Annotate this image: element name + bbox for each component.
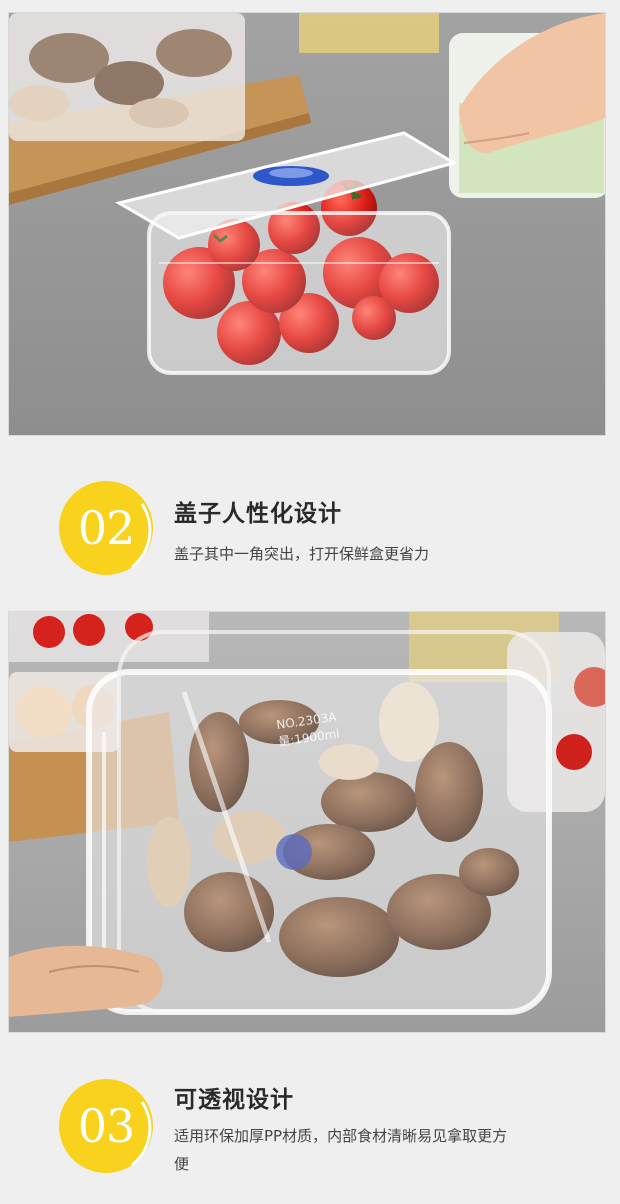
number-badge: 03 bbox=[56, 1076, 156, 1176]
feature-number: 02 bbox=[77, 501, 136, 555]
tomato-container-illustration bbox=[9, 13, 605, 435]
feature-number: 03 bbox=[77, 1099, 136, 1153]
feature-description: 盖子其中一角突出，打开保鲜盒更省力 bbox=[174, 545, 430, 563]
feature-title: 可透视设计 bbox=[174, 1087, 294, 1113]
feature-title: 盖子人性化设计 bbox=[174, 501, 342, 527]
tomato-container-photo bbox=[8, 12, 606, 436]
feature-description: 适用环保加厚PP材质，内部食材清晰易见拿取更方便 bbox=[174, 1127, 508, 1173]
feature-transparent-design: 03 可透视设计 适用环保加厚PP材质，内部食材清晰易见拿取更方便 bbox=[0, 1076, 620, 1186]
mushroom-container-photo: NO.2303A 量:1900ml bbox=[8, 611, 606, 1033]
number-badge: 02 bbox=[56, 478, 156, 578]
mushroom-container-illustration: NO.2303A 量:1900ml bbox=[9, 612, 605, 1032]
feature-lid-design: 02 盖子人性化设计 盖子其中一角突出，打开保鲜盒更省力 bbox=[0, 478, 620, 588]
